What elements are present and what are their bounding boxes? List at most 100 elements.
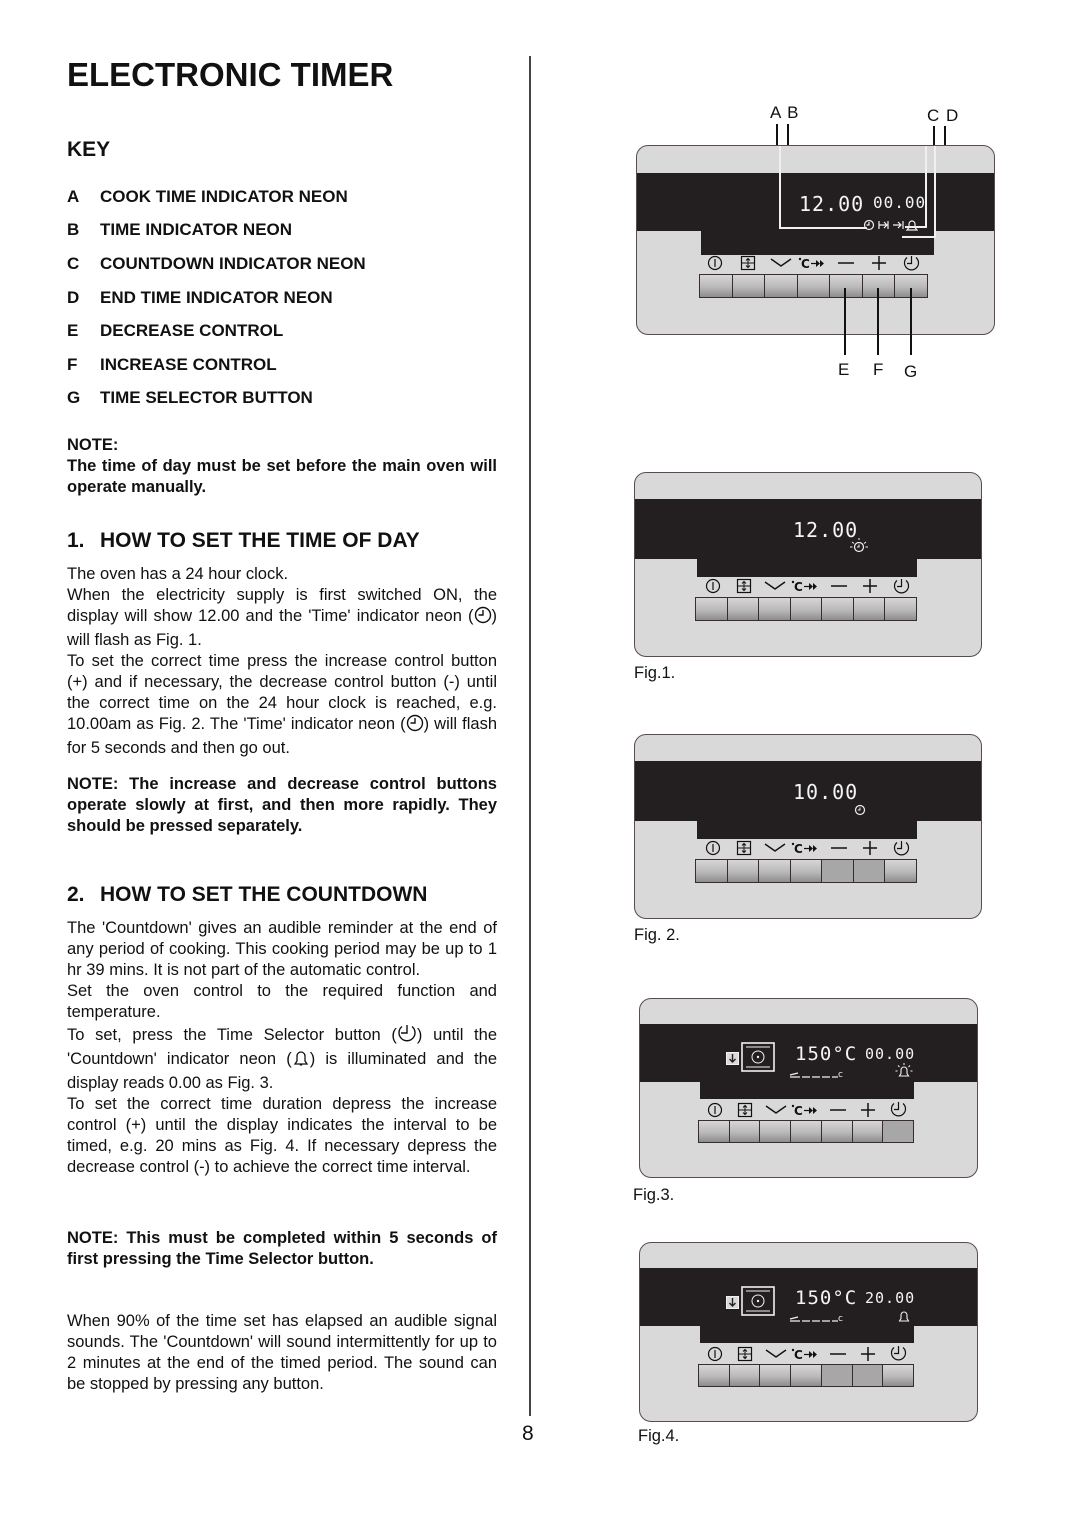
panel-button-rapid-heat[interactable] (797, 275, 831, 297)
chevron-down-icon (761, 1099, 791, 1120)
panel-button-oven-function[interactable] (727, 598, 760, 620)
panel-button-oven-function[interactable] (729, 1121, 761, 1142)
power-icon (697, 575, 728, 597)
panel-button-minus[interactable] (821, 1365, 853, 1386)
panel-key-diagram: 12.00 00.00 C (636, 145, 995, 335)
button-icons: C (700, 1343, 914, 1364)
oven-function-icon (728, 837, 759, 859)
panel-button-minus[interactable] (830, 275, 863, 297)
key-item-f: F INCREASE CONTROL (67, 348, 507, 382)
button-row (695, 859, 917, 883)
button-icons: C (700, 1099, 914, 1120)
bell-icon (292, 1049, 310, 1073)
panel-button-plus[interactable] (852, 1365, 884, 1386)
key-letter: F (67, 354, 78, 374)
panel-button-oven-function[interactable] (727, 860, 760, 882)
panel-button-chevron-down[interactable] (759, 598, 791, 620)
fig3-caption: Fig.3. (633, 1186, 675, 1204)
clock-icon (474, 606, 492, 630)
note-buttons: NOTE: The increase and decrease control … (67, 775, 497, 835)
panel-button-plus[interactable] (852, 1121, 884, 1142)
key-letter: A (67, 186, 80, 206)
paragraph: To set the correct time press the increa… (67, 651, 497, 759)
section-number: 1. (67, 529, 85, 552)
time-selector-icon (397, 1023, 417, 1049)
svg-text:C: C (794, 1104, 803, 1117)
page-number: 8 (522, 1422, 534, 1445)
paragraph: The 'Countdown' gives an audible reminde… (67, 919, 497, 979)
text-run: To set, press the Time Selector button ( (67, 1026, 397, 1044)
section-2-body: The 'Countdown' gives an audible reminde… (67, 918, 497, 1178)
panel-button-chevron-down[interactable] (765, 275, 798, 297)
display-tab (700, 1326, 914, 1343)
section-2-closing: When 90% of the time set has elapsed an … (67, 1311, 497, 1395)
section-title: HOW TO SET THE COUNTDOWN (100, 883, 428, 906)
fast-preheat-icon (726, 1296, 739, 1314)
panel-button-plus[interactable] (862, 275, 896, 297)
panel-button-power[interactable] (699, 1121, 730, 1142)
key-label: TIME INDICATOR NEON (100, 220, 293, 240)
section-number: 2. (67, 883, 85, 906)
key-letter: B (67, 220, 80, 240)
leader-a-path (790, 146, 881, 232)
button-icons: C (697, 837, 917, 859)
key-label: DECREASE CONTROL (100, 321, 284, 341)
fig4-caption: Fig.4. (638, 1427, 680, 1445)
key-item-e: E DECREASE CONTROL (67, 314, 507, 348)
temperature-bar: c (788, 1066, 848, 1084)
temperature-display: 150°C (795, 1287, 858, 1309)
panel-button-rapid-heat[interactable] (790, 598, 823, 620)
text-run: When the electricity supply is first swi… (67, 586, 497, 625)
panel-button-clock[interactable] (885, 598, 917, 620)
minus-icon (823, 837, 854, 859)
panel-button-oven-function[interactable] (729, 1365, 761, 1386)
button-icons: C (699, 252, 928, 274)
leader-e (844, 288, 846, 355)
key-item-d: D END TIME INDICATOR NEON (67, 281, 507, 315)
panel-button-plus[interactable] (853, 860, 886, 882)
panel-button-minus[interactable] (821, 1121, 853, 1142)
clock-icon (406, 714, 424, 738)
minus-icon (823, 1343, 853, 1364)
svg-text:C: C (801, 257, 810, 270)
panel-button-clock[interactable] (883, 1365, 914, 1386)
panel-button-minus[interactable] (822, 598, 854, 620)
panel-button-power[interactable] (696, 598, 728, 620)
panel-button-power[interactable] (700, 275, 733, 297)
panel-button-rapid-heat[interactable] (791, 1121, 822, 1142)
label-g: G (904, 362, 918, 381)
timer-display: 20.00 (865, 1289, 916, 1307)
panel-button-chevron-down[interactable] (760, 1121, 792, 1142)
timer-display: 00.00 (865, 1045, 916, 1063)
clock-icon (886, 837, 917, 859)
panel-button-minus[interactable] (822, 860, 854, 882)
panel-button-chevron-down[interactable] (760, 1365, 792, 1386)
power-icon (700, 1343, 730, 1364)
column-divider (529, 56, 531, 1416)
time-indicator-icon (854, 803, 866, 821)
key-letter: C (67, 253, 80, 273)
panel-button-clock[interactable] (883, 1121, 914, 1142)
clock-icon (884, 1099, 914, 1120)
panel-button-clock[interactable] (885, 860, 917, 882)
section-title: HOW TO SET THE TIME OF DAY (100, 529, 420, 552)
panel-fig1: 12.00 C (634, 472, 982, 657)
rapid-heat-icon: C (791, 1343, 823, 1364)
panel-button-plus[interactable] (853, 598, 886, 620)
key-item-b: B TIME INDICATOR NEON (67, 214, 507, 248)
page-title: ELECTRONIC TIMER (67, 56, 394, 93)
power-icon (697, 837, 728, 859)
panel-button-oven-function[interactable] (732, 275, 766, 297)
leader-c (933, 126, 935, 146)
key-list: A COOK TIME INDICATOR NEON B TIME INDICATO… (67, 180, 507, 415)
display-tab (700, 1082, 914, 1099)
fig2-caption: Fig. 2. (634, 926, 680, 944)
key-label: END TIME INDICATOR NEON (100, 287, 333, 307)
panel-button-power[interactable] (696, 860, 728, 882)
panel-button-rapid-heat[interactable] (790, 860, 823, 882)
button-row (695, 597, 917, 621)
panel-button-rapid-heat[interactable] (791, 1365, 822, 1386)
power-icon (700, 1099, 730, 1120)
panel-button-chevron-down[interactable] (759, 860, 791, 882)
panel-button-power[interactable] (699, 1365, 730, 1386)
